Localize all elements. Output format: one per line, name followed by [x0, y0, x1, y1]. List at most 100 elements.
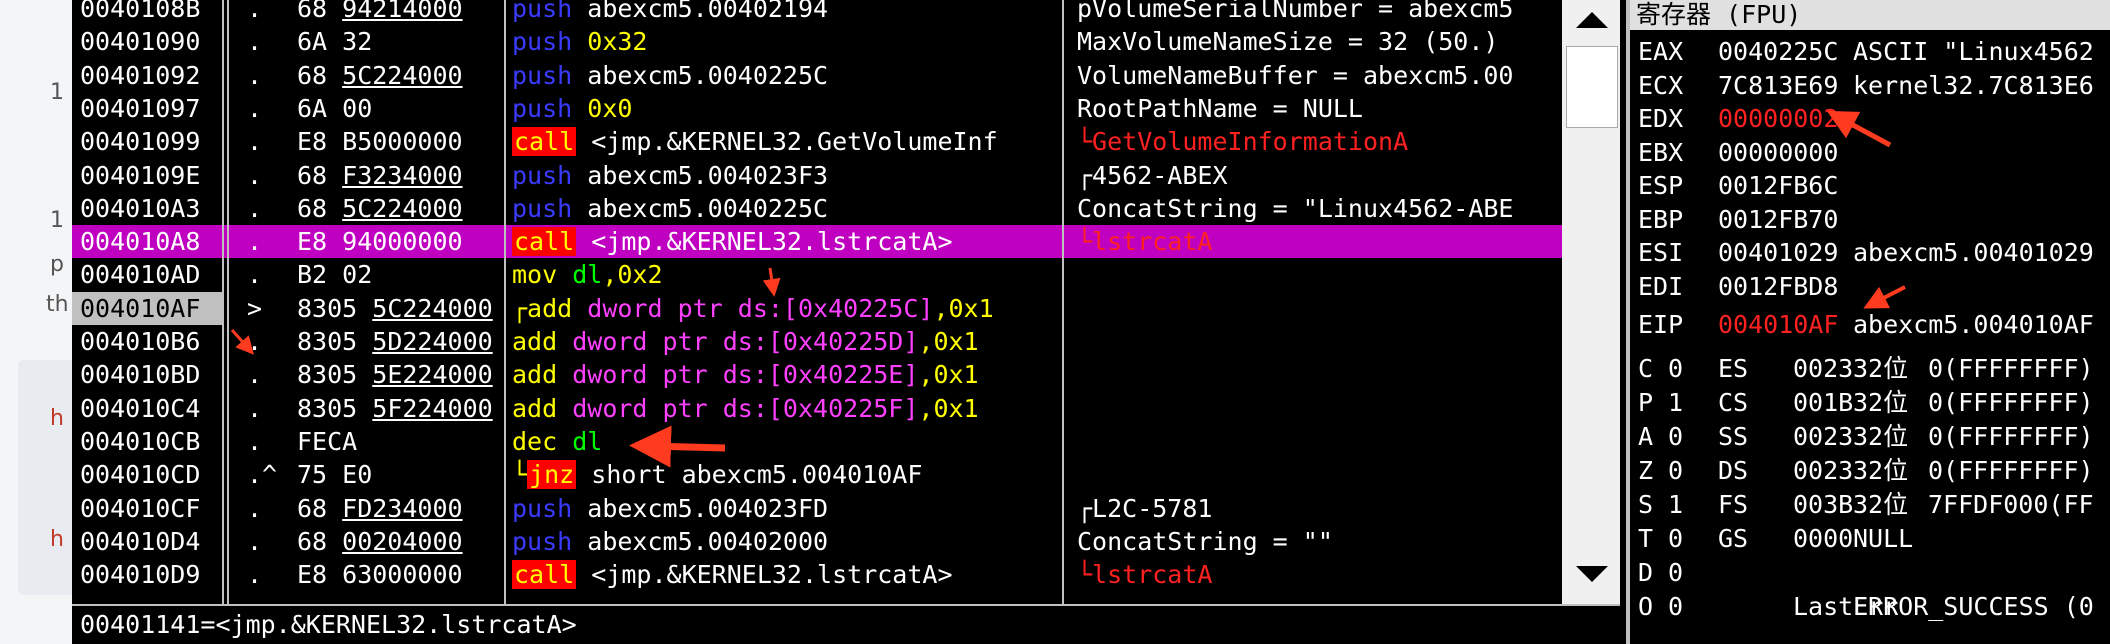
- disasm-token: add: [512, 360, 573, 390]
- jump-marker: .: [247, 360, 263, 390]
- jump-marker: .: [247, 60, 263, 90]
- disasm-token: abexcm5.0040225C: [572, 60, 829, 90]
- disasm-row[interactable]: 004010AD. B2 02 mov dl,0x2: [72, 258, 1562, 291]
- jump-marker: .: [247, 227, 263, 257]
- hex-prefix: E8 B5000000: [297, 127, 463, 157]
- disasm-token: abexcm5.00402000: [572, 526, 829, 556]
- comment-cell: RootPathName = NULL: [1077, 93, 1363, 123]
- disasm-row[interactable]: 004010BD. 8305 5E224000 add dword ptr ds:…: [72, 358, 1562, 391]
- address-cell: 004010BD: [80, 360, 201, 390]
- disasm-token: dword ptr ds:[0x40225F]: [572, 393, 919, 423]
- disasm-token: <jmp.&KERNEL32.lstrcatA>: [576, 227, 953, 257]
- comment-cell: └lstrcatA: [1077, 227, 1213, 257]
- disasm-token: abexcm5.004023FD: [572, 493, 829, 523]
- disasm-row[interactable]: 004010AF >8305 5C224000 ┌add dword ptr ds:…: [72, 292, 1562, 325]
- disasm-token: push: [512, 60, 573, 90]
- disasm-row[interactable]: 004010B6. 8305 5D224000 add dword ptr ds:…: [72, 325, 1562, 358]
- disasm-row[interactable]: 004010C4. 8305 5F224000 add dword ptr ds:…: [72, 392, 1562, 425]
- hex-prefix: 68: [297, 160, 343, 190]
- register-value: 7C813E69: [1718, 71, 1839, 100]
- jump-marker: .: [247, 526, 263, 556]
- segment-name: CS: [1718, 388, 1749, 417]
- disasm-token: jnz: [527, 460, 577, 490]
- disasm-row[interactable]: 00401099. E8 B5000000 call <jmp.&KERNEL32.…: [72, 125, 1562, 158]
- column-separator[interactable]: [227, 0, 229, 604]
- scrollbar-thumb[interactable]: [1566, 46, 1618, 128]
- disasm-token: push: [512, 93, 573, 123]
- hex-operand: 5D224000: [372, 327, 493, 356]
- register-name: EBX: [1638, 138, 1684, 167]
- disasm-row[interactable]: 0040108B. 68 94214000 push abexcm5.0040219…: [72, 0, 1562, 25]
- register-name: EBP: [1638, 205, 1684, 234]
- scroll-up-icon[interactable]: [1576, 12, 1608, 28]
- address-cell: 004010CD: [80, 460, 201, 490]
- disasm-cell: add dword ptr ds:[0x40225D],0x1: [512, 325, 979, 358]
- jump-marker: .: [247, 393, 263, 423]
- background-text-fragment: th: [46, 292, 69, 317]
- flag-value: 0: [1668, 354, 1684, 383]
- register-name: ESI: [1638, 238, 1684, 267]
- hex-bytes-cell: 8305 5F224000: [297, 392, 493, 425]
- jump-marker: .: [247, 193, 263, 223]
- disasm-row[interactable]: 004010D4. 68 00204000 push abexcm5.0040200…: [72, 525, 1562, 558]
- disasm-row[interactable]: 00401092. 68 5C224000 push abexcm5.0040225…: [72, 59, 1562, 92]
- disasm-token: ,0x1: [933, 293, 994, 323]
- disasm-row[interactable]: 00401090. 6A 32 push 0x32 MaxVolumeNameSize…: [72, 25, 1562, 58]
- disasm-row[interactable]: 004010A3. 68 5C224000 push abexcm5.0040225…: [72, 192, 1562, 225]
- column-separator[interactable]: [222, 0, 224, 604]
- address-cell: 004010C4: [80, 393, 201, 423]
- flag-value: 0: [1668, 456, 1684, 485]
- hex-prefix: 68: [297, 493, 343, 523]
- disasm-row[interactable]: 004010A8. E8 94000000 call <jmp.&KERNEL32.…: [72, 225, 1562, 258]
- disasm-row[interactable]: 004010D9. E8 63000000 call <jmp.&KERNEL32.…: [72, 558, 1562, 591]
- hex-prefix: 68: [297, 526, 343, 556]
- flag-name: T: [1638, 524, 1654, 553]
- disasm-row[interactable]: 004010CB. FECA dec dl: [72, 425, 1562, 458]
- vertical-scrollbar[interactable]: [1562, 0, 1620, 604]
- disasm-cell: push 0x0: [512, 92, 632, 125]
- address-cell: 004010A8: [80, 227, 201, 257]
- disassembly-pane[interactable]: 0040108B. 68 94214000 push abexcm5.0040219…: [72, 0, 1620, 604]
- register-value: 0040225C: [1718, 37, 1839, 66]
- disasm-row[interactable]: 0040109E. 68 F3234000 push abexcm5.004023F…: [72, 159, 1562, 192]
- register-desc: kernel32.7C813E6: [1853, 71, 2094, 100]
- comment-cell: ┌L2C-5781: [1077, 493, 1213, 523]
- flag-value: 1: [1668, 388, 1684, 417]
- flag-name: Z: [1638, 456, 1654, 485]
- flag-name: C: [1638, 354, 1654, 383]
- register-value: 004010AF: [1718, 310, 1839, 339]
- segment-value: 0023: [1793, 456, 1854, 485]
- disasm-token: push: [512, 160, 573, 190]
- disasm-row[interactable]: 00401097. 6A 00 push 0x0 RootPathName = NUL…: [72, 92, 1562, 125]
- disasm-token: push: [512, 526, 573, 556]
- hex-prefix: 6A 32: [297, 27, 373, 57]
- info-status-bar: 00401141=<jmp.&KERNEL32.lstrcatA>: [72, 604, 1620, 644]
- disasm-row[interactable]: 004010CD .^ 75 E0 └jnz short abexcm5.004010…: [72, 458, 1562, 491]
- disasm-token: push: [512, 193, 573, 223]
- disasm-token: dl: [572, 260, 603, 290]
- disasm-token: ┌add: [512, 293, 588, 323]
- disasm-cell: push abexcm5.00402000: [512, 525, 828, 558]
- column-separator[interactable]: [504, 0, 506, 604]
- hex-prefix: 6A 00: [297, 93, 373, 123]
- segment-bits: 32位: [1853, 422, 1909, 451]
- segment-bits: 32位: [1853, 490, 1909, 519]
- segment-value: 003B: [1793, 490, 1854, 519]
- disasm-token: abexcm5.004023F3: [572, 160, 829, 190]
- hex-prefix: 8305: [297, 360, 373, 390]
- hex-operand: F3234000: [342, 160, 463, 190]
- disasm-cell: push 0x32: [512, 25, 647, 58]
- hex-bytes-cell: 68 5C224000: [297, 192, 463, 225]
- flag-value: 0: [1668, 592, 1684, 621]
- hex-bytes-cell: 68 F3234000: [297, 159, 463, 192]
- hex-bytes-cell: B2 02: [297, 258, 372, 291]
- registers-pane[interactable]: 寄存器 (FPU) EAX 0040225C ASCII "Linux4562 ECX…: [1626, 0, 2110, 644]
- register-value: 0012FBD8: [1718, 272, 1839, 301]
- hex-operand: 5F224000: [372, 393, 493, 423]
- column-separator[interactable]: [1062, 0, 1064, 604]
- jump-marker: .^: [247, 460, 278, 490]
- disasm-token: push: [512, 493, 573, 523]
- disasm-token: abexcm5.0040225C: [572, 193, 829, 223]
- disasm-row[interactable]: 004010CF. 68 FD234000 push abexcm5.004023F…: [72, 492, 1562, 525]
- scroll-down-icon[interactable]: [1576, 566, 1608, 582]
